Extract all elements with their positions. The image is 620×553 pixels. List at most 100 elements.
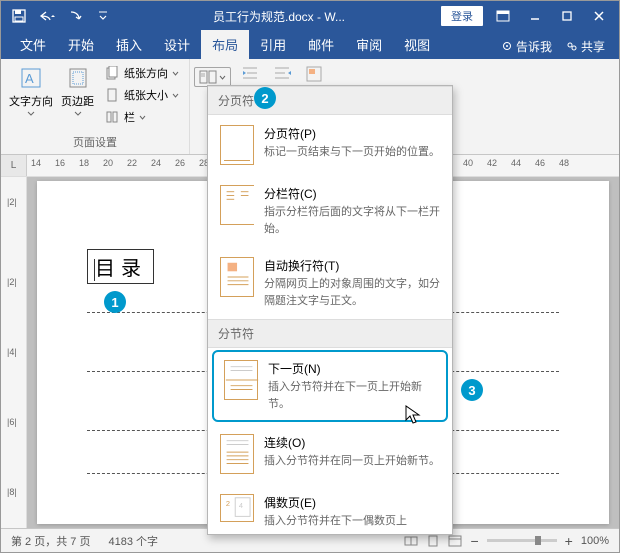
ruler-tick: 18	[79, 158, 89, 168]
redo-button[interactable]	[61, 2, 89, 30]
menu-item-desc: 插入分节符并在下一偶数页上	[264, 513, 440, 530]
menu-item-even-page[interactable]: 24 偶数页(E) 插入分节符并在下一偶数页上	[208, 484, 452, 534]
save-button[interactable]	[5, 2, 33, 30]
orientation-label: 纸张方向	[124, 65, 168, 81]
menu-item-title: 连续(O)	[264, 434, 440, 451]
ruler-tick: 42	[487, 158, 497, 168]
chevron-down-icon	[219, 75, 226, 80]
size-label: 纸张大小	[124, 87, 168, 103]
ruler-tick: 20	[103, 158, 113, 168]
zoom-in-button[interactable]: +	[565, 533, 573, 549]
ruler-tick: 14	[31, 158, 41, 168]
page-info[interactable]: 第 2 页，共 7 页	[11, 533, 90, 549]
tab-references[interactable]: 引用	[249, 30, 297, 59]
zoom-out-button[interactable]: −	[470, 533, 478, 549]
toc-box: 目录	[87, 249, 154, 284]
orientation-icon	[104, 65, 120, 81]
zoom-level[interactable]: 100%	[581, 535, 609, 547]
menu-item-desc: 分隔网页上的对象周围的文字，如分隔题注文字与正文。	[264, 276, 440, 309]
qat-customize-button[interactable]	[89, 2, 117, 30]
print-layout-icon[interactable]	[426, 534, 440, 548]
ruler-corner: L	[1, 155, 27, 176]
continuous-icon	[220, 434, 254, 474]
text-direction-button[interactable]: A 文字方向	[7, 61, 55, 120]
tell-me-label: 告诉我	[516, 38, 552, 55]
size-icon	[104, 87, 120, 103]
margins-button[interactable]: 页边距	[59, 61, 96, 120]
login-button[interactable]: 登录	[441, 6, 483, 26]
share-button[interactable]: 共享	[560, 34, 611, 59]
ruler-tick: 46	[535, 158, 545, 168]
tell-me-button[interactable]: 告诉我	[495, 34, 558, 59]
annotation-callout-2: 2	[254, 87, 276, 109]
menu-item-title: 分页符(P)	[264, 125, 440, 142]
chevron-down-icon	[139, 115, 146, 120]
svg-text:4: 4	[239, 501, 243, 510]
ruler-tick: 48	[559, 158, 569, 168]
menu-item-column-break[interactable]: 分栏符(C) 指示分栏符后面的文字将从下一栏开始。	[208, 175, 452, 247]
tab-layout[interactable]: 布局	[201, 30, 249, 59]
columns-button[interactable]: 栏	[100, 107, 183, 127]
ruler-tick: 26	[175, 158, 185, 168]
margins-label: 页边距	[61, 93, 94, 109]
mouse-cursor-icon	[405, 405, 421, 425]
close-button[interactable]	[583, 2, 615, 30]
annotation-callout-1: 1	[104, 291, 126, 313]
tab-file[interactable]: 文件	[9, 30, 57, 59]
tab-insert[interactable]: 插入	[105, 30, 153, 59]
menu-item-title: 下一页(N)	[268, 360, 436, 377]
menu-item-title: 自动换行符(T)	[264, 257, 440, 274]
chevron-down-icon	[74, 111, 82, 116]
vruler-tick: |4|	[7, 347, 17, 357]
even-page-icon: 24	[220, 494, 254, 522]
menu-item-desc: 标记一页结束与下一页开始的位置。	[264, 144, 440, 161]
read-mode-icon[interactable]	[404, 534, 418, 548]
margins-icon	[65, 65, 91, 91]
next-page-icon	[224, 360, 258, 400]
chevron-down-icon	[172, 93, 179, 98]
menu-item-title: 偶数页(E)	[264, 494, 440, 511]
ribbon-tabs: 文件 开始 插入 设计 布局 引用 邮件 审阅 视图 告诉我 共享	[1, 31, 619, 59]
tab-mailings[interactable]: 邮件	[297, 30, 345, 59]
size-button[interactable]: 纸张大小	[100, 85, 183, 105]
text-wrapping-break-icon	[220, 257, 254, 297]
menu-item-desc: 插入分节符并在同一页上开始新节。	[264, 453, 440, 470]
columns-icon	[104, 109, 120, 125]
breaks-icon	[199, 70, 217, 84]
vruler-tick: |8|	[7, 487, 17, 497]
ruler-tick: 24	[151, 158, 161, 168]
ruler-tick: 44	[511, 158, 521, 168]
ruler-tick: 16	[55, 158, 65, 168]
indent-icon	[241, 65, 263, 83]
tab-home[interactable]: 开始	[57, 30, 105, 59]
maximize-button[interactable]	[551, 2, 583, 30]
web-layout-icon[interactable]	[448, 534, 462, 548]
ruler-tick: 40	[463, 158, 473, 168]
ribbon-display-options-button[interactable]	[487, 2, 519, 30]
tab-view[interactable]: 视图	[393, 30, 441, 59]
window-title: 员工行为规范.docx - W...	[117, 8, 441, 25]
text-direction-label: 文字方向	[9, 93, 53, 109]
menu-item-continuous[interactable]: 连续(O) 插入分节符并在同一页上开始新节。	[208, 424, 452, 484]
ruler-tick: 22	[127, 158, 137, 168]
menu-item-text-wrapping-break[interactable]: 自动换行符(T) 分隔网页上的对象周围的文字，如分隔题注文字与正文。	[208, 247, 452, 319]
chevron-down-icon	[27, 111, 35, 116]
toc-text: 目录	[95, 258, 147, 280]
zoom-slider[interactable]	[487, 539, 557, 542]
menu-item-title: 分栏符(C)	[264, 185, 440, 202]
annotation-callout-3: 3	[461, 379, 483, 401]
undo-button[interactable]	[33, 2, 61, 30]
chevron-down-icon	[172, 71, 179, 76]
vruler-tick: |6|	[7, 417, 17, 427]
orientation-button[interactable]: 纸张方向	[100, 63, 183, 83]
columns-label: 栏	[124, 109, 135, 125]
breaks-button[interactable]	[194, 67, 231, 87]
tab-design[interactable]: 设计	[153, 30, 201, 59]
minimize-button[interactable]	[519, 2, 551, 30]
breaks-dropdown: 分页符 分页符(P) 标记一页结束与下一页开始的位置。 分栏符(C) 指示分栏符…	[207, 85, 453, 535]
word-count[interactable]: 4183 个字	[108, 533, 158, 549]
title-bar: 员工行为规范.docx - W... 登录	[1, 1, 619, 31]
menu-item-page-break[interactable]: 分页符(P) 标记一页结束与下一页开始的位置。	[208, 115, 452, 175]
tab-review[interactable]: 审阅	[345, 30, 393, 59]
menu-item-desc: 指示分栏符后面的文字将从下一栏开始。	[264, 204, 440, 237]
